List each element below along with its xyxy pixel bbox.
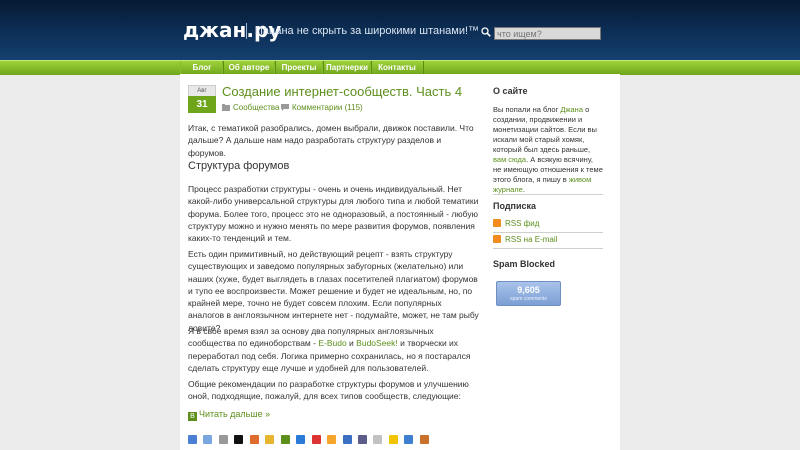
post-comments[interactable]: Комментарии (115)	[281, 103, 363, 112]
share-icon[interactable]	[404, 435, 414, 444]
share-icon[interactable]	[280, 435, 290, 444]
share-icon[interactable]	[357, 435, 367, 444]
post-date-badge: Авг 31	[188, 85, 216, 113]
post-paragraph-2: Есть один примитивный, но действующий ре…	[188, 249, 479, 333]
post-paragraph-3: Я в свое время взял за основу два популя…	[188, 325, 480, 374]
share-icon[interactable]	[249, 435, 259, 444]
share-icon[interactable]	[188, 435, 197, 444]
post-date-day: 31	[188, 96, 216, 113]
read-more-label[interactable]: Читать дальше »	[199, 409, 270, 419]
nav-item-contacts[interactable]: Контакты	[370, 61, 424, 75]
search-input[interactable]	[494, 27, 601, 40]
sidebar-subscribe-title: Подписка	[493, 201, 537, 211]
rss-feed-label[interactable]: RSS фид	[505, 219, 539, 228]
share-icon[interactable]	[388, 435, 398, 444]
search-icon	[481, 27, 491, 37]
sidebar-about-text: Вы попали на блог Джана о создании, прод…	[493, 105, 603, 195]
ebudo-link[interactable]: E-Budo	[318, 338, 346, 348]
rss-email-link[interactable]: RSS на E-mail	[493, 235, 603, 249]
folder-icon	[222, 104, 230, 111]
share-icon[interactable]	[265, 435, 275, 444]
rss-feed-link[interactable]: RSS фид	[493, 219, 603, 233]
comment-icon	[281, 104, 289, 111]
author-link[interactable]: Джана	[560, 105, 583, 114]
post-paragraph-1: Процесс разработки структуры - очень и о…	[188, 184, 479, 244]
p3-text-and: и	[346, 338, 357, 349]
site-header: джан.ру Пацана не скрыть за широкими шта…	[0, 0, 800, 60]
share-icon[interactable]	[311, 435, 321, 444]
post-date-month: Авг	[188, 85, 216, 96]
sidebar-spam-title: Spam Blocked	[493, 259, 556, 269]
share-icon[interactable]	[342, 435, 352, 444]
about-text-a: Вы попали на блог	[493, 105, 561, 114]
post-category-label[interactable]: Сообщества	[233, 103, 279, 112]
main-nav: Блог Об авторе Проекты Партнерки Контакт…	[0, 60, 800, 75]
sidebar-about-title: О сайте	[493, 86, 528, 96]
section-heading: Структура форумов	[188, 160, 290, 172]
rss-email-label[interactable]: RSS на E-mail	[505, 235, 557, 244]
share-icon[interactable]	[296, 435, 306, 444]
nav-item-about[interactable]: Об авторе	[222, 61, 276, 75]
share-icon[interactable]	[373, 435, 383, 444]
sidebar-divider	[493, 194, 603, 195]
share-icon[interactable]	[327, 435, 337, 444]
share-icon[interactable]	[419, 435, 429, 444]
share-icon[interactable]	[218, 435, 228, 444]
post-category[interactable]: Сообщества	[222, 103, 279, 112]
read-more-link[interactable]: B Читать дальше »	[188, 409, 270, 421]
share-icon[interactable]	[203, 435, 213, 444]
post-intro: Итак, с тематикой разобрались, домен выб…	[188, 123, 474, 158]
budoseek-link[interactable]: BudoSeek!	[356, 338, 398, 348]
old-site-link[interactable]: вам сюда	[493, 155, 526, 164]
read-more-icon: B	[188, 412, 197, 421]
post-comments-label[interactable]: Комментарии (115)	[292, 103, 363, 112]
nav-item-partners[interactable]: Партнерки	[322, 61, 372, 75]
email-icon	[493, 235, 501, 243]
share-icon[interactable]	[234, 435, 244, 444]
site-tagline: Пацана не скрыть за широкими штанами!™	[246, 23, 479, 39]
about-text-d: .	[522, 185, 525, 194]
spam-counter-badge[interactable]: 9,605 spam comments	[496, 281, 561, 306]
nav-item-projects[interactable]: Проекты	[274, 61, 324, 75]
spam-label: spam comments	[510, 296, 547, 302]
nav-item-blog[interactable]: Блог	[180, 61, 224, 75]
spam-count: 9,605	[517, 285, 540, 295]
share-buttons	[188, 431, 431, 444]
post-title[interactable]: Создание интернет-сообществ. Часть 4	[222, 84, 462, 99]
rss-icon	[493, 219, 501, 227]
post-paragraph-4: Общие рекомендации по разработке структу…	[188, 379, 469, 402]
